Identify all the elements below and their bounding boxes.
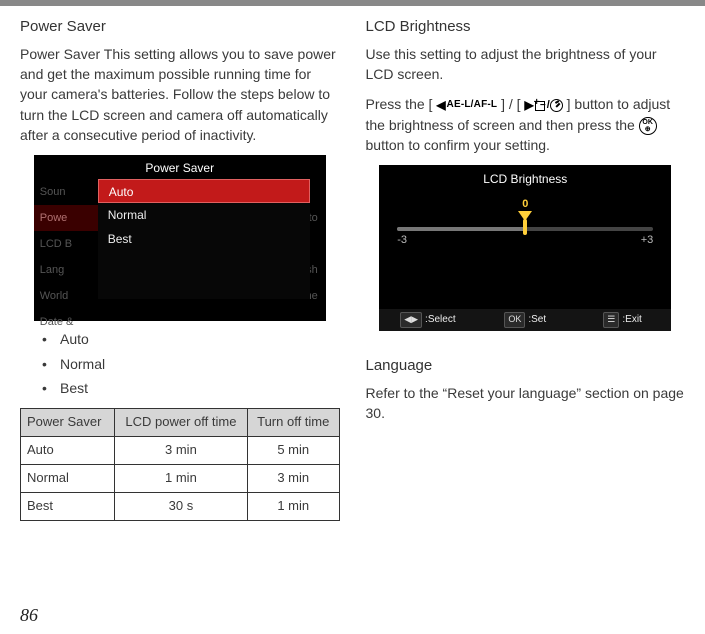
cam1-side-item: Powe bbox=[34, 205, 98, 231]
table-row: Normal 1 min 3 min bbox=[21, 464, 340, 492]
cam2-slider-max: +3 bbox=[641, 233, 654, 249]
table-row: Auto 3 min 5 min bbox=[21, 436, 340, 464]
table-cell: 3 min bbox=[114, 436, 247, 464]
page-content: Power Saver Power Saver This setting all… bbox=[0, 6, 705, 521]
bullet-item: Normal bbox=[42, 354, 340, 374]
lcd-brightness-instruction: Press the [ AE-L/AF-L ] / [ / ] button t… bbox=[366, 94, 686, 155]
right-arrow-exposure-timer-icon: / bbox=[524, 97, 562, 114]
table-header: Power Saver bbox=[21, 409, 115, 437]
table-cell: 5 min bbox=[247, 436, 339, 464]
table-header: LCD power off time bbox=[114, 409, 247, 437]
table-cell: 30 s bbox=[114, 492, 247, 520]
bullet-item: Auto bbox=[42, 329, 340, 349]
lcd-brightness-description: Use this setting to adjust the brightnes… bbox=[366, 44, 686, 85]
cam1-side-item: Lang bbox=[34, 257, 98, 283]
cam2-slider-min: -3 bbox=[397, 233, 407, 249]
cam2-footer: ◀▶:Select OK:Set ☰:Exit bbox=[379, 309, 671, 331]
cam2-slider-value: 0 bbox=[522, 197, 528, 213]
table-cell: 1 min bbox=[114, 464, 247, 492]
table-row: Best 30 s 1 min bbox=[21, 492, 340, 520]
cam1-side-item: World bbox=[34, 283, 98, 309]
cam1-side-item: LCD B bbox=[34, 231, 98, 257]
page-number: 86 bbox=[20, 602, 38, 628]
cam2-footer-set: OK:Set bbox=[477, 312, 574, 328]
cam1-popup-menu: Auto Normal Best bbox=[98, 179, 310, 299]
language-heading: Language bbox=[366, 355, 686, 377]
cam2-title: LCD Brightness bbox=[379, 165, 671, 194]
cam1-side-list: Soun Powe LCD B Lang World Date & bbox=[34, 179, 98, 335]
cam1-menu-item: Normal bbox=[98, 203, 310, 227]
lcd-brightness-camera-screenshot: LCD Brightness 0 -3 +3 ◀▶:Select OK:Set … bbox=[379, 165, 671, 331]
table-cell: 3 min bbox=[247, 464, 339, 492]
power-saver-bullet-list: Auto Normal Best bbox=[42, 329, 340, 398]
power-saver-description: Power Saver This setting allows you to s… bbox=[20, 44, 340, 145]
table-cell: 1 min bbox=[247, 492, 339, 520]
cam1-menu-item: Best bbox=[98, 227, 310, 251]
table-cell: Auto bbox=[21, 436, 115, 464]
cam1-menu-item: Auto bbox=[98, 179, 310, 203]
cam2-slider-cursor: 0 bbox=[518, 211, 532, 237]
power-saver-table: Power Saver LCD power off time Turn off … bbox=[20, 408, 340, 520]
cam2-footer-select: ◀▶:Select bbox=[379, 312, 476, 328]
table-header: Turn off time bbox=[247, 409, 339, 437]
left-arrow-ael-afl-icon: AE-L/AF-L bbox=[436, 97, 497, 114]
left-column: Power Saver Power Saver This setting all… bbox=[20, 16, 340, 521]
table-cell: Normal bbox=[21, 464, 115, 492]
language-description: Refer to the “Reset your language” secti… bbox=[366, 383, 686, 424]
table-cell: Best bbox=[21, 492, 115, 520]
text-fragment: ] / [ bbox=[497, 96, 524, 112]
cam1-side-item: Soun bbox=[34, 179, 98, 205]
ok-button-icon bbox=[639, 117, 657, 135]
power-saver-heading: Power Saver bbox=[20, 16, 340, 38]
power-saver-camera-screenshot: Power Saver Soun Powe LCD B Lang World D… bbox=[34, 155, 326, 321]
right-column: LCD Brightness Use this setting to adjus… bbox=[366, 16, 686, 521]
bullet-item: Best bbox=[42, 378, 340, 398]
lcd-brightness-heading: LCD Brightness bbox=[366, 16, 686, 38]
text-fragment: Press the [ bbox=[366, 96, 437, 112]
text-fragment: button to confirm your setting. bbox=[366, 137, 550, 153]
cam2-footer-exit: ☰:Exit bbox=[574, 312, 671, 328]
